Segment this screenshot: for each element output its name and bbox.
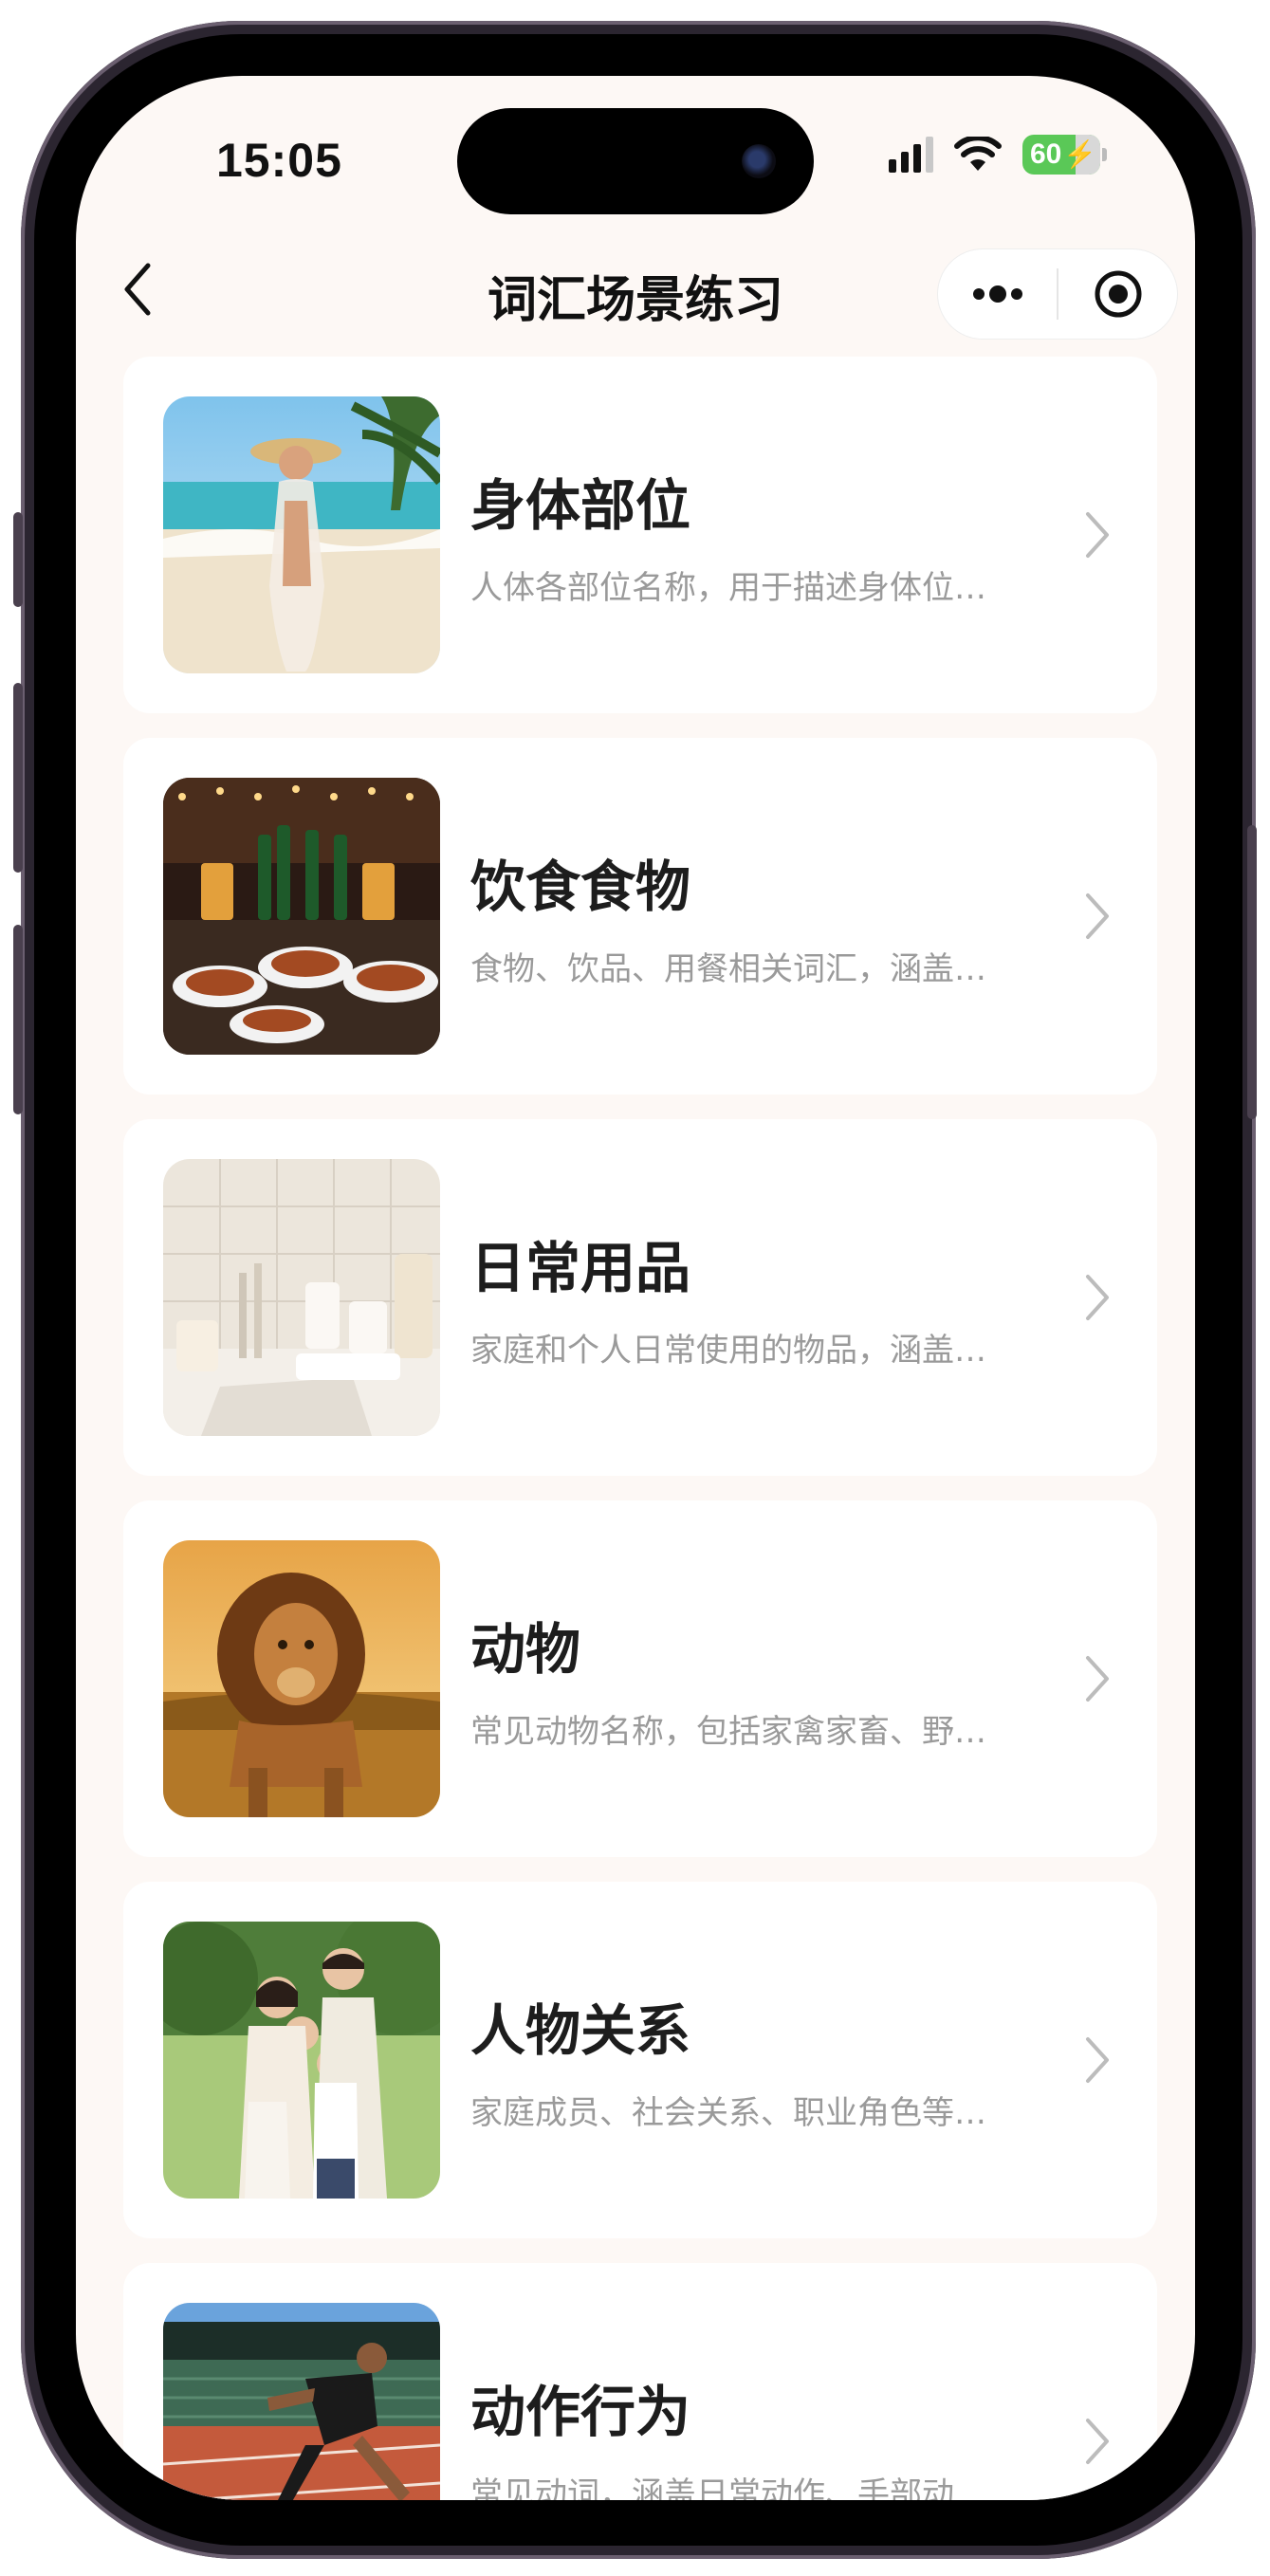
category-title: 日常用品 xyxy=(470,1236,691,1300)
signal-icon xyxy=(889,137,933,173)
category-description: 家庭成员、社会关系、职业角色等… xyxy=(470,2094,986,2132)
power-button xyxy=(1247,825,1257,1119)
phone-screen: 15:05 60 ⚡ 词汇场景练习 身体部位 人体各部位名称，用于描述身体位… … xyxy=(76,76,1195,2500)
category-description: 常见动物名称，包括家禽家畜、野… xyxy=(470,1713,986,1751)
category-card-daily-items[interactable]: 日常用品 家庭和个人日常使用的物品，涵盖… xyxy=(123,1119,1157,1476)
category-thumbnail xyxy=(163,2303,440,2500)
category-card-food[interactable]: 饮食食物 食物、饮品、用餐相关词汇，涵盖… xyxy=(123,738,1157,1095)
wifi-icon xyxy=(954,137,1002,171)
volume-down-button xyxy=(13,925,23,1114)
target-circle-icon xyxy=(1095,270,1141,318)
close-program-button[interactable] xyxy=(1058,249,1177,339)
chevron-right-icon xyxy=(1086,512,1109,558)
category-card-animals[interactable]: 动物 常见动物名称，包括家禽家畜、野… xyxy=(123,1500,1157,1857)
chevron-right-icon xyxy=(1086,2037,1109,2083)
battery-level: 60 xyxy=(1030,138,1062,170)
category-card-relations[interactable]: 人物关系 家庭成员、社会关系、职业角色等… xyxy=(123,1882,1157,2238)
category-description: 常见动词，涵盖日常动作、手部动… xyxy=(470,2475,986,2500)
category-title: 动物 xyxy=(470,1617,581,1682)
chevron-right-icon xyxy=(1086,893,1109,939)
category-thumbnail xyxy=(163,778,440,1055)
charging-bolt-icon: ⚡ xyxy=(1063,139,1096,169)
mini-program-capsule xyxy=(937,248,1178,340)
action-button xyxy=(13,512,23,607)
more-dots-icon xyxy=(972,285,1022,303)
category-card-body[interactable]: 身体部位 人体各部位名称，用于描述身体位… xyxy=(123,357,1157,713)
volume-up-button xyxy=(13,683,23,873)
category-thumbnail xyxy=(163,1922,440,2199)
category-title: 身体部位 xyxy=(470,473,691,538)
front-camera-icon xyxy=(742,144,776,178)
category-title: 人物关系 xyxy=(470,1998,691,2063)
chevron-right-icon xyxy=(1086,1275,1109,1320)
dynamic-island xyxy=(457,108,814,214)
chevron-right-icon xyxy=(1086,2419,1109,2464)
category-thumbnail xyxy=(163,396,440,673)
status-time: 15:05 xyxy=(216,134,342,187)
category-title: 饮食食物 xyxy=(470,855,691,919)
category-list: 身体部位 人体各部位名称，用于描述身体位… 饮食食物 食物、饮品、用餐相关词汇，… xyxy=(123,357,1157,2500)
more-button[interactable] xyxy=(938,249,1057,339)
category-description: 人体各部位名称，用于描述身体位… xyxy=(470,569,986,607)
category-thumbnail xyxy=(163,1540,440,1817)
chevron-right-icon xyxy=(1086,1656,1109,1702)
category-card-actions[interactable]: 动作行为 常见动词，涵盖日常动作、手部动… xyxy=(123,2263,1157,2500)
status-icons: 60 ⚡ xyxy=(889,135,1107,175)
battery-icon: 60 ⚡ xyxy=(1022,135,1107,175)
category-title: 动作行为 xyxy=(470,2380,691,2444)
category-description: 食物、饮品、用餐相关词汇，涵盖… xyxy=(470,950,986,988)
category-description: 家庭和个人日常使用的物品，涵盖… xyxy=(470,1332,986,1370)
category-thumbnail xyxy=(163,1159,440,1436)
